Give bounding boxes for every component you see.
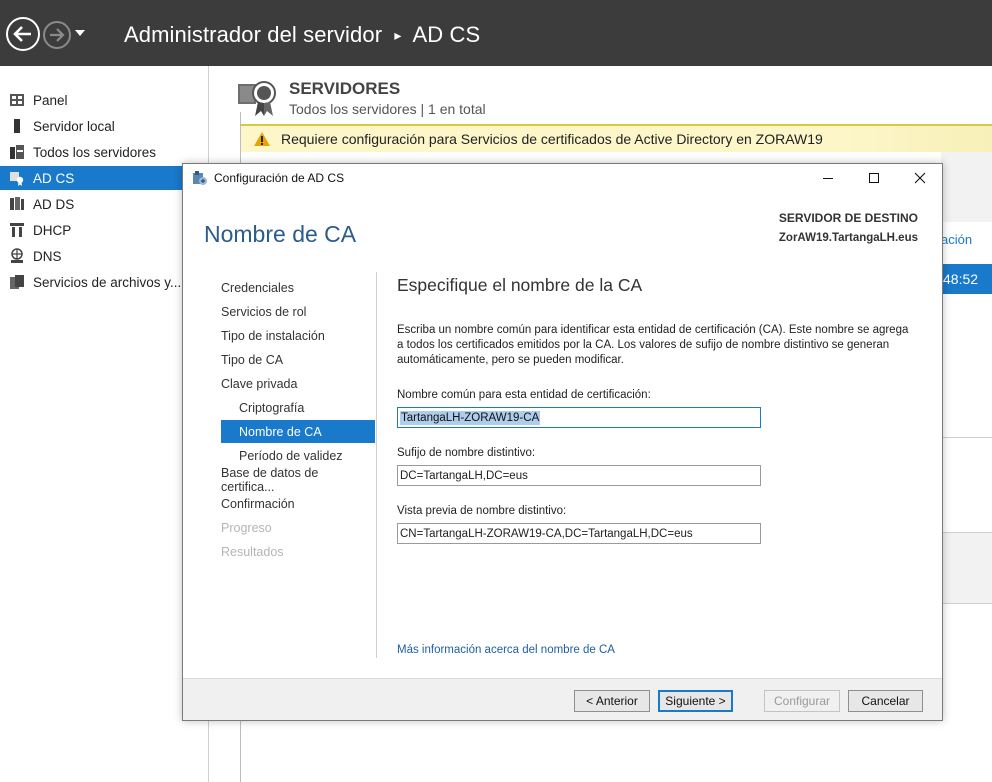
- step-label: Base de datos de certifica...: [221, 465, 319, 494]
- left-navigation: Panel Servidor local Todos los servidore…: [0, 66, 209, 782]
- breadcrumb-current: AD CS: [412, 22, 481, 47]
- content-description: Escriba un nombre común para identificar…: [397, 324, 909, 366]
- warning-icon: [254, 132, 270, 146]
- back-button[interactable]: [6, 17, 40, 51]
- suffix-label: Sufijo de nombre distintivo:: [397, 447, 536, 459]
- title-bar: Administrador del servidor ▸ AD CS: [0, 0, 992, 66]
- step-criptografia[interactable]: Criptografía: [221, 396, 375, 419]
- step-credenciales[interactable]: Credenciales: [221, 276, 375, 299]
- cancel-button[interactable]: Cancelar: [848, 690, 923, 712]
- step-label: Nombre de CA: [239, 424, 322, 439]
- nav-label: Panel: [33, 92, 68, 108]
- background-panel: [941, 152, 992, 222]
- servers-badge-icon: [238, 81, 276, 116]
- suffix-input[interactable]: DC=TartangaLH,DC=eus: [397, 465, 761, 486]
- directory-icon: [10, 197, 24, 210]
- step-servicios-rol[interactable]: Servicios de rol: [221, 300, 375, 323]
- dialog-title: Configuración de AD CS: [214, 171, 345, 185]
- step-progreso: Progreso: [221, 516, 375, 539]
- arrow-left-icon: [13, 26, 31, 42]
- step-label: Resultados: [221, 544, 284, 559]
- step-nombre-ca[interactable]: Nombre de CA: [221, 420, 375, 443]
- common-name-value: TartangaLH-ZORAW19-CA: [400, 410, 541, 425]
- preview-value: CN=TartangaLH-ZORAW19-CA,DC=TartangaLH,D…: [400, 527, 693, 540]
- next-button[interactable]: Siguiente >: [658, 690, 733, 712]
- nav-item-servicios-archivos[interactable]: Servicios de archivos y...: [0, 270, 209, 294]
- dns-icon: [11, 248, 23, 263]
- nav-label: Servidor local: [33, 118, 115, 134]
- dialog-heading: Nombre de CA: [204, 221, 357, 247]
- nav-label: Servicios de archivos y...: [33, 274, 182, 290]
- back-button[interactable]: < Anterior: [574, 690, 650, 712]
- forward-button[interactable]: [43, 21, 71, 49]
- nav-item-dns[interactable]: DNS: [0, 244, 209, 268]
- step-label: Clave privada: [221, 376, 298, 391]
- dashboard-icon: [10, 94, 24, 106]
- window-title: Administrador del servidor ▸ AD CS: [124, 22, 481, 47]
- step-label: Confirmación: [221, 496, 295, 511]
- preview-label: Vista previa de nombre distintivo:: [397, 505, 567, 517]
- step-tipo-instalacion[interactable]: Tipo de instalación: [221, 324, 375, 347]
- step-label: Tipo de CA: [221, 352, 284, 367]
- background-row-fragment: 48:52: [941, 264, 992, 294]
- minimize-icon[interactable]: [820, 170, 836, 186]
- nav-label: Todos los servidores: [33, 144, 157, 160]
- step-clave-privada[interactable]: Clave privada: [221, 372, 375, 395]
- warning-bar[interactable]: Requiere configuración para Servicios de…: [241, 124, 992, 152]
- servers-icon: [10, 145, 24, 159]
- warning-text: Requiere configuración para Servicios de…: [281, 131, 823, 147]
- nav-label: AD DS: [33, 196, 75, 212]
- nav-label: DNS: [33, 248, 62, 264]
- certificate-icon: [10, 172, 24, 186]
- dhcp-icon: [10, 223, 24, 237]
- server-icon: [14, 119, 20, 133]
- common-name-label: Nombre común para esta entidad de certif…: [397, 389, 651, 401]
- adcs-config-dialog: Configuración de AD CS Nombre de CA SERV…: [182, 163, 943, 721]
- servers-title: SERVIDORES: [289, 79, 401, 98]
- destination-server-value: ZorAW19.TartangaLH.eus: [778, 232, 918, 244]
- nav-label: DHCP: [33, 222, 72, 238]
- step-confirmacion[interactable]: Confirmación: [221, 492, 375, 515]
- nav-item-ad-cs[interactable]: AD CS: [0, 166, 209, 190]
- steps-divider: [376, 272, 377, 658]
- maximize-icon[interactable]: [866, 170, 882, 186]
- common-name-input[interactable]: TartangaLH-ZORAW19-CA: [397, 407, 761, 428]
- file-services-icon: [10, 275, 24, 289]
- step-label: Tipo de instalación: [221, 328, 325, 343]
- server-manager-app-icon: [193, 171, 207, 185]
- background-tab-fragment: ación: [941, 232, 973, 247]
- preview-field[interactable]: CN=TartangaLH-ZORAW19-CA,DC=TartangaLH,D…: [397, 523, 761, 544]
- more-info-link[interactable]: Más información acerca del nombre de CA: [397, 644, 615, 656]
- nav-item-servidor-local[interactable]: Servidor local: [0, 114, 209, 138]
- servers-subtitle: Todos los servidores | 1 en total: [289, 101, 486, 117]
- configure-button[interactable]: Configurar: [764, 690, 840, 712]
- nav-item-todos-servidores[interactable]: Todos los servidores: [0, 140, 209, 164]
- dialog-footer: < Anterior Siguiente > Configurar Cancel…: [183, 678, 942, 720]
- step-label: Credenciales: [221, 280, 294, 295]
- step-tipo-ca[interactable]: Tipo de CA: [221, 348, 375, 371]
- step-label: Período de validez: [239, 448, 343, 463]
- nav-item-ad-ds[interactable]: AD DS: [0, 192, 209, 216]
- arrow-right-icon: [50, 28, 65, 42]
- step-label: Progreso: [221, 520, 272, 535]
- step-label: Servicios de rol: [221, 304, 307, 319]
- close-icon[interactable]: [912, 170, 928, 186]
- destination-server-label: SERVIDOR DE DESTINO: [778, 211, 918, 225]
- step-label: Criptografía: [239, 400, 305, 415]
- breadcrumb-separator: ▸: [394, 27, 402, 43]
- nav-item-dhcp[interactable]: DHCP: [0, 218, 209, 242]
- nav-label: AD CS: [33, 170, 75, 186]
- background-divider: [941, 437, 992, 438]
- content-title: Especifique el nombre de la CA: [397, 275, 643, 295]
- background-panel-lower: [941, 532, 992, 604]
- step-base-datos[interactable]: Base de datos de certifica...: [221, 465, 375, 494]
- step-resultados: Resultados: [221, 540, 375, 563]
- suffix-value: DC=TartangaLH,DC=eus: [400, 469, 528, 482]
- step-periodo-validez[interactable]: Período de validez: [221, 444, 375, 467]
- nav-item-panel[interactable]: Panel: [0, 88, 209, 112]
- history-dropdown-icon[interactable]: [75, 30, 85, 36]
